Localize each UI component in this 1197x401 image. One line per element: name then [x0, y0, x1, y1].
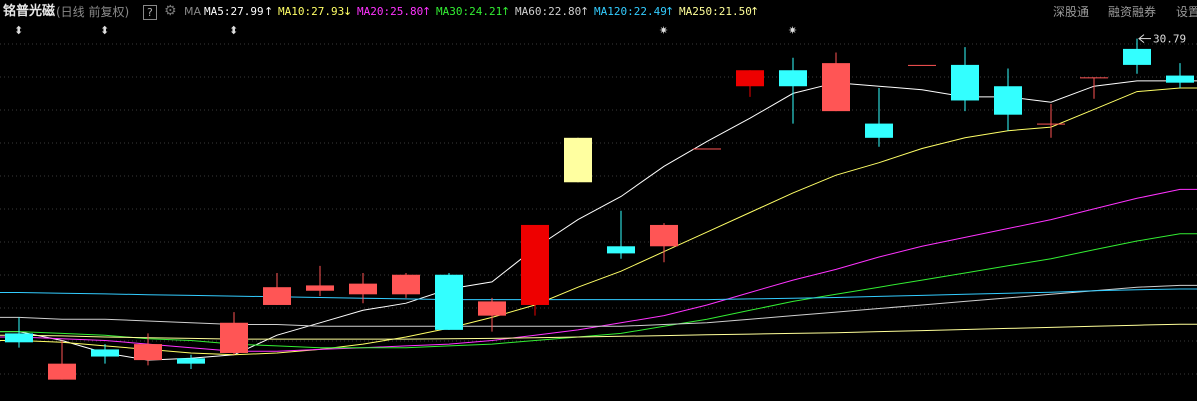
max-price-label: 30.79: [1153, 33, 1186, 46]
candle-body: [349, 283, 377, 295]
candle-body: [564, 137, 592, 183]
ma120-trend-icon: ↑: [665, 5, 675, 18]
candle-body: [908, 64, 936, 66]
ma20-value: MA20:25.80: [357, 5, 424, 18]
chart-header: 铭普光磁 (日线 前复权) ? ⚙ MA MA5:27.99 ↑ MA10:27…: [0, 0, 1197, 24]
max-price-marker: 30.79: [1138, 33, 1186, 46]
candle-body: [91, 349, 119, 357]
candle-body: [134, 344, 162, 361]
margin-trading-link[interactable]: 融资融券: [1108, 4, 1156, 20]
candle-body: [779, 70, 807, 87]
candle-body: [736, 70, 764, 87]
candle-body: [5, 333, 33, 343]
candle-body: [693, 148, 721, 150]
ma60-value: MA60:22.80: [515, 5, 582, 18]
ma60-trend-icon: ↑: [580, 5, 590, 18]
hk-connect-link[interactable]: 深股通: [1053, 4, 1089, 20]
candle-body: [1166, 75, 1194, 83]
candle-body: [435, 274, 463, 330]
ma120-value: MA120:22.49: [594, 5, 667, 18]
indicator-name[interactable]: MA: [184, 4, 201, 20]
gear-icon[interactable]: ⚙: [164, 3, 177, 19]
candle-body: [951, 64, 979, 101]
ma5-value: MA5:27.99: [204, 5, 264, 18]
ma20-trend-icon: ↑: [422, 5, 432, 18]
ma-line-ma60: [0, 284, 1197, 327]
candle-body: [1080, 77, 1108, 79]
ma-line-ma120: [0, 288, 1197, 301]
ma5-trend-icon: ↑: [264, 5, 274, 18]
candle-body: [177, 358, 205, 364]
ma30-trend-icon: ↑: [501, 5, 511, 18]
ma-line-ma20: [0, 188, 1197, 352]
candle-body: [478, 301, 506, 316]
candle-body: [994, 86, 1022, 115]
ma10-trend-icon: ↓: [343, 5, 353, 18]
ma30-value: MA30:24.21: [436, 5, 503, 18]
candle-body: [392, 274, 420, 295]
period-label[interactable]: (日线 前复权): [56, 4, 129, 20]
stock-name[interactable]: 铭普光磁: [3, 4, 55, 20]
ma-line-ma30: [0, 233, 1197, 349]
candle-body: [865, 123, 893, 138]
candle-body: [822, 63, 850, 112]
moving-average-lines: [0, 80, 1197, 361]
ma-line-ma10: [0, 87, 1197, 356]
candle-body: [521, 224, 549, 305]
candle-body: [1123, 48, 1151, 65]
candle-body: [263, 287, 291, 305]
ma10-value: MA10:27.93: [278, 5, 345, 18]
candle-body: [220, 322, 248, 353]
help-button[interactable]: ?: [143, 5, 157, 20]
ma-line-ma5: [0, 80, 1197, 361]
candlestick-chart[interactable]: 30.79: [0, 24, 1197, 401]
candle-body: [48, 363, 76, 380]
ma250-value: MA250:21.50: [679, 5, 752, 18]
settings-link[interactable]: 设置: [1176, 4, 1197, 20]
candle-body: [306, 285, 334, 291]
candle-body: [650, 224, 678, 247]
candle-body: [1037, 123, 1065, 125]
candle-body: [607, 246, 635, 254]
ma250-trend-icon: ↑: [750, 5, 760, 18]
